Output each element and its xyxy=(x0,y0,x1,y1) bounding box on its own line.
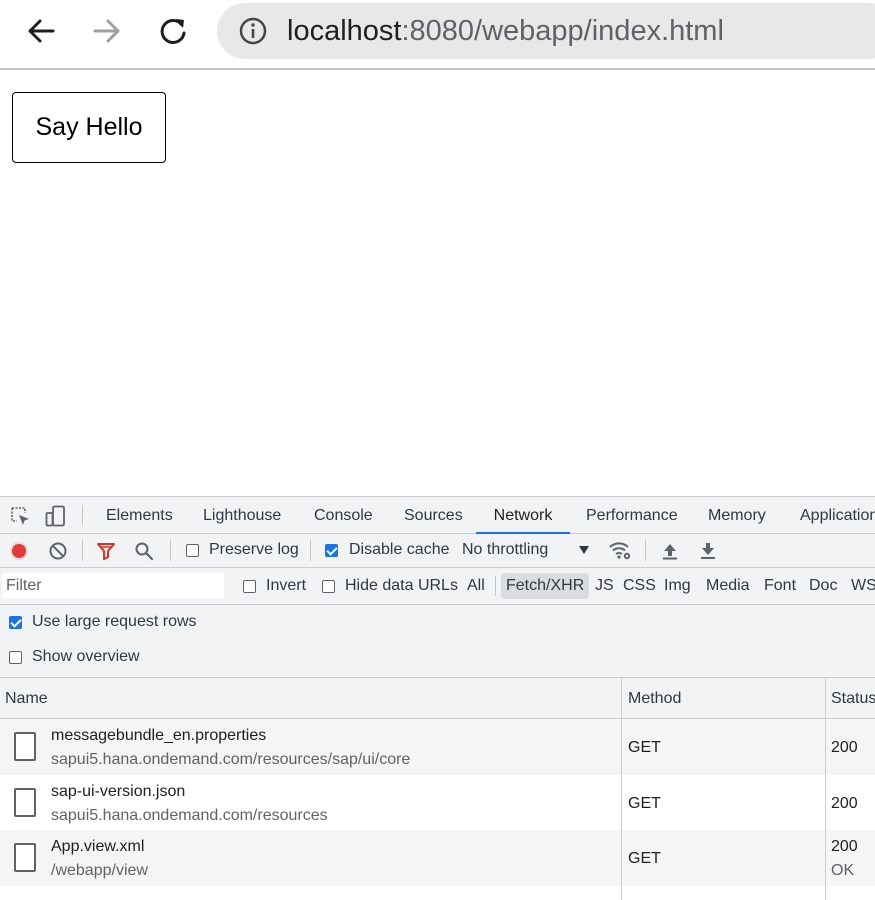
invert-label[interactable]: Invert xyxy=(266,577,306,595)
tab-memory[interactable]: Memory xyxy=(708,497,766,533)
type-filter-doc[interactable]: Doc xyxy=(804,573,842,599)
request-method: GET xyxy=(628,850,661,867)
export-har-icon[interactable] xyxy=(698,541,718,561)
tab-network[interactable]: Network xyxy=(476,497,570,534)
show-overview-label[interactable]: Show overview xyxy=(32,648,140,666)
filter-funnel-icon[interactable] xyxy=(96,541,116,561)
tab-sources[interactable]: Sources xyxy=(404,497,463,533)
disable-cache-label[interactable]: Disable cache xyxy=(349,541,450,559)
type-filter-css[interactable]: CSS xyxy=(618,573,661,599)
type-filter-all[interactable]: All xyxy=(462,573,490,599)
url-text[interactable]: localhost:8080/webapp/index.html xyxy=(287,14,724,48)
divider xyxy=(645,540,646,561)
request-path: sapui5.hana.ondemand.com/resources xyxy=(51,807,328,824)
import-har-icon[interactable] xyxy=(660,541,680,561)
reload-icon xyxy=(160,18,186,44)
url-path: :8080/webapp/index.html xyxy=(401,15,724,47)
preserve-log-label[interactable]: Preserve log xyxy=(209,541,299,559)
network-toolbar: Preserve log Disable cache No throttling xyxy=(0,534,875,568)
say-hello-button[interactable]: Say Hello xyxy=(12,92,166,163)
search-icon[interactable] xyxy=(134,541,154,561)
hide-data-urls-label[interactable]: Hide data URLs xyxy=(345,577,458,595)
request-name: messagebundle_en.properties xyxy=(51,727,267,744)
divider xyxy=(82,505,83,525)
filter-input[interactable] xyxy=(2,573,224,598)
type-filter-fetch-xhr[interactable]: Fetch/XHR xyxy=(501,573,590,599)
page-content: Say Hello xyxy=(0,70,875,496)
inspect-element-icon[interactable] xyxy=(9,505,31,527)
divider xyxy=(82,540,83,561)
chevron-down-icon[interactable] xyxy=(578,545,590,555)
column-header-name[interactable]: Name xyxy=(0,678,621,718)
request-method: GET xyxy=(628,739,661,756)
forward-arrow-icon xyxy=(93,19,120,43)
column-header-method[interactable]: Method xyxy=(623,678,825,718)
request-status: 200 xyxy=(831,739,858,756)
tab-elements[interactable]: Elements xyxy=(106,497,173,533)
table-header: Name Method Status xyxy=(0,678,875,719)
type-filter-font[interactable]: Font xyxy=(759,573,801,599)
invert-checkbox[interactable] xyxy=(243,580,256,593)
tab-lighthouse[interactable]: Lighthouse xyxy=(203,497,281,533)
column-divider[interactable] xyxy=(825,678,826,900)
request-status: 200 xyxy=(831,838,858,855)
column-divider[interactable] xyxy=(621,678,622,900)
devtools-tab-bar: Elements Lighthouse Console Sources Netw… xyxy=(0,497,875,534)
request-status: 200 xyxy=(831,795,858,812)
address-bar[interactable]: localhost:8080/webapp/index.html xyxy=(217,3,875,59)
devtools-panel: Elements Lighthouse Console Sources Netw… xyxy=(0,496,875,900)
tab-application[interactable]: Application xyxy=(800,497,875,533)
type-filter-media[interactable]: Media xyxy=(701,573,755,599)
column-header-status[interactable]: Status xyxy=(826,678,875,718)
forward-button[interactable] xyxy=(89,12,125,50)
file-icon xyxy=(14,843,36,872)
type-filter-ws[interactable]: WS xyxy=(846,573,875,599)
browser-toolbar: localhost:8080/webapp/index.html xyxy=(0,0,875,70)
preserve-log-checkbox[interactable] xyxy=(186,544,199,557)
large-rows-checkbox[interactable] xyxy=(9,616,22,629)
request-name: App.view.xml xyxy=(51,838,145,855)
tab-performance[interactable]: Performance xyxy=(586,497,678,533)
tab-console[interactable]: Console xyxy=(314,497,373,533)
reload-button[interactable] xyxy=(155,12,191,50)
request-status-text: OK xyxy=(831,862,855,879)
divider xyxy=(495,576,496,596)
table-row[interactable]: App.view.xml /webapp/view GET 200 OK xyxy=(0,830,875,886)
disable-cache-checkbox[interactable] xyxy=(325,544,338,557)
info-icon[interactable] xyxy=(239,17,267,45)
url-host: localhost xyxy=(287,15,402,47)
record-icon[interactable] xyxy=(9,541,29,561)
table-row[interactable]: messagebundle_en.properties sapui5.hana.… xyxy=(0,719,875,775)
request-path: /webapp/view xyxy=(51,862,148,879)
file-icon xyxy=(14,732,36,761)
file-icon xyxy=(14,788,36,817)
divider xyxy=(170,540,171,561)
network-conditions-icon[interactable] xyxy=(608,541,632,561)
back-button[interactable] xyxy=(23,12,59,50)
clear-icon[interactable] xyxy=(48,541,68,561)
divider xyxy=(310,540,311,561)
show-overview-checkbox[interactable] xyxy=(9,651,22,664)
network-filter-bar: Invert Hide data URLs All Fetch/XHR JS C… xyxy=(0,568,875,605)
request-name: sap-ui-version.json xyxy=(51,783,186,800)
request-method: GET xyxy=(628,795,661,812)
type-filter-img[interactable]: Img xyxy=(659,573,696,599)
request-path: sapui5.hana.ondemand.com/resources/sap/u… xyxy=(51,751,411,768)
hide-data-urls-checkbox[interactable] xyxy=(322,580,335,593)
large-rows-label[interactable]: Use large request rows xyxy=(32,613,197,631)
network-settings: Use large request rows Show overview xyxy=(0,605,875,678)
device-toolbar-icon[interactable] xyxy=(45,505,67,527)
type-filter-js[interactable]: JS xyxy=(590,573,619,599)
requests-table: Name Method Status messagebundle_en.prop… xyxy=(0,678,875,900)
table-row[interactable]: sap-ui-version.json sapui5.hana.ondemand… xyxy=(0,775,875,831)
back-arrow-icon xyxy=(28,19,55,43)
throttling-select[interactable]: No throttling xyxy=(462,541,548,559)
